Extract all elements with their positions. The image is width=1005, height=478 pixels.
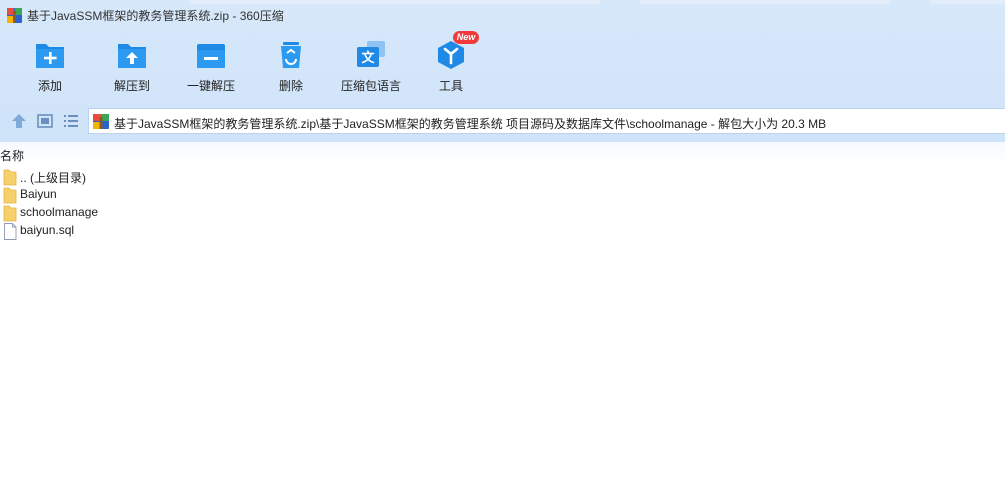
folder-icon: [3, 187, 17, 204]
thumbnail-view-icon[interactable]: [36, 112, 54, 130]
archive-icon: [93, 114, 109, 129]
address-path: 基于JavaSSM框架的教务管理系统.zip\基于JavaSSM框架的教务管理系…: [114, 117, 827, 131]
new-badge: New: [453, 31, 479, 44]
one-click-extract-button[interactable]: 一键解压: [171, 36, 251, 96]
navigation-bar: 基于JavaSSM框架的教务管理系统.zip\基于JavaSSM框架的教务管理系…: [0, 106, 1005, 136]
add-button[interactable]: 添加: [10, 36, 90, 96]
list-item-file[interactable]: baiyun.sql: [0, 222, 400, 240]
file-name: Baiyun: [20, 187, 57, 201]
top-panel: 基于JavaSSM框架的教务管理系统.zip - 360压缩 添加 解压到 一键…: [0, 0, 1005, 142]
folder-icon: [3, 169, 17, 186]
tools-label: 工具: [438, 79, 463, 93]
tools-icon: [438, 41, 464, 69]
file-name: baiyun.sql: [20, 223, 75, 237]
list-view-icon[interactable]: [62, 112, 80, 130]
delete-button[interactable]: 删除: [251, 36, 331, 96]
extract-to-label: 解压到: [113, 79, 150, 93]
toolbar: 添加 解压到 一键解压 删除 文 压缩包语言 工具: [0, 36, 520, 96]
add-folder-icon: [36, 44, 64, 68]
archive-language-button[interactable]: 文 压缩包语言: [331, 36, 411, 96]
recycle-bin-icon: [281, 42, 301, 68]
folder-icon: [3, 205, 17, 222]
delete-label: 删除: [278, 79, 303, 93]
add-label: 添加: [37, 79, 62, 93]
svg-text:文: 文: [361, 50, 375, 66]
tools-button[interactable]: 工具: [411, 36, 491, 96]
one-click-extract-label: 一键解压: [186, 79, 235, 93]
column-header: 名称: [0, 142, 1005, 166]
extract-to-icon: [118, 44, 146, 68]
extract-to-button[interactable]: 解压到: [92, 36, 172, 96]
language-icon: 文: [357, 41, 385, 67]
file-name: schoolmanage: [20, 205, 99, 219]
file-list: .. (上级目录) Baiyun schoolmanage baiyun.sql: [0, 168, 400, 240]
file-name: .. (上级目录): [20, 171, 86, 185]
archive-language-label: 压缩包语言: [340, 79, 401, 93]
up-arrow-icon[interactable]: [10, 112, 28, 130]
app-archive-icon: [7, 8, 22, 23]
one-click-extract-icon: [197, 44, 225, 68]
title-bar: 基于JavaSSM框架的教务管理系统.zip - 360压缩: [0, 0, 1005, 30]
list-item-folder[interactable]: Baiyun: [0, 186, 400, 204]
document-icon: [4, 223, 17, 240]
list-item-folder[interactable]: schoolmanage: [0, 204, 400, 222]
window-title: 基于JavaSSM框架的教务管理系统.zip - 360压缩: [27, 9, 284, 23]
column-name-header[interactable]: 名称: [0, 147, 24, 164]
list-item-parent-dir[interactable]: .. (上级目录): [0, 168, 400, 186]
address-bar[interactable]: 基于JavaSSM框架的教务管理系统.zip\基于JavaSSM框架的教务管理系…: [88, 108, 1005, 134]
